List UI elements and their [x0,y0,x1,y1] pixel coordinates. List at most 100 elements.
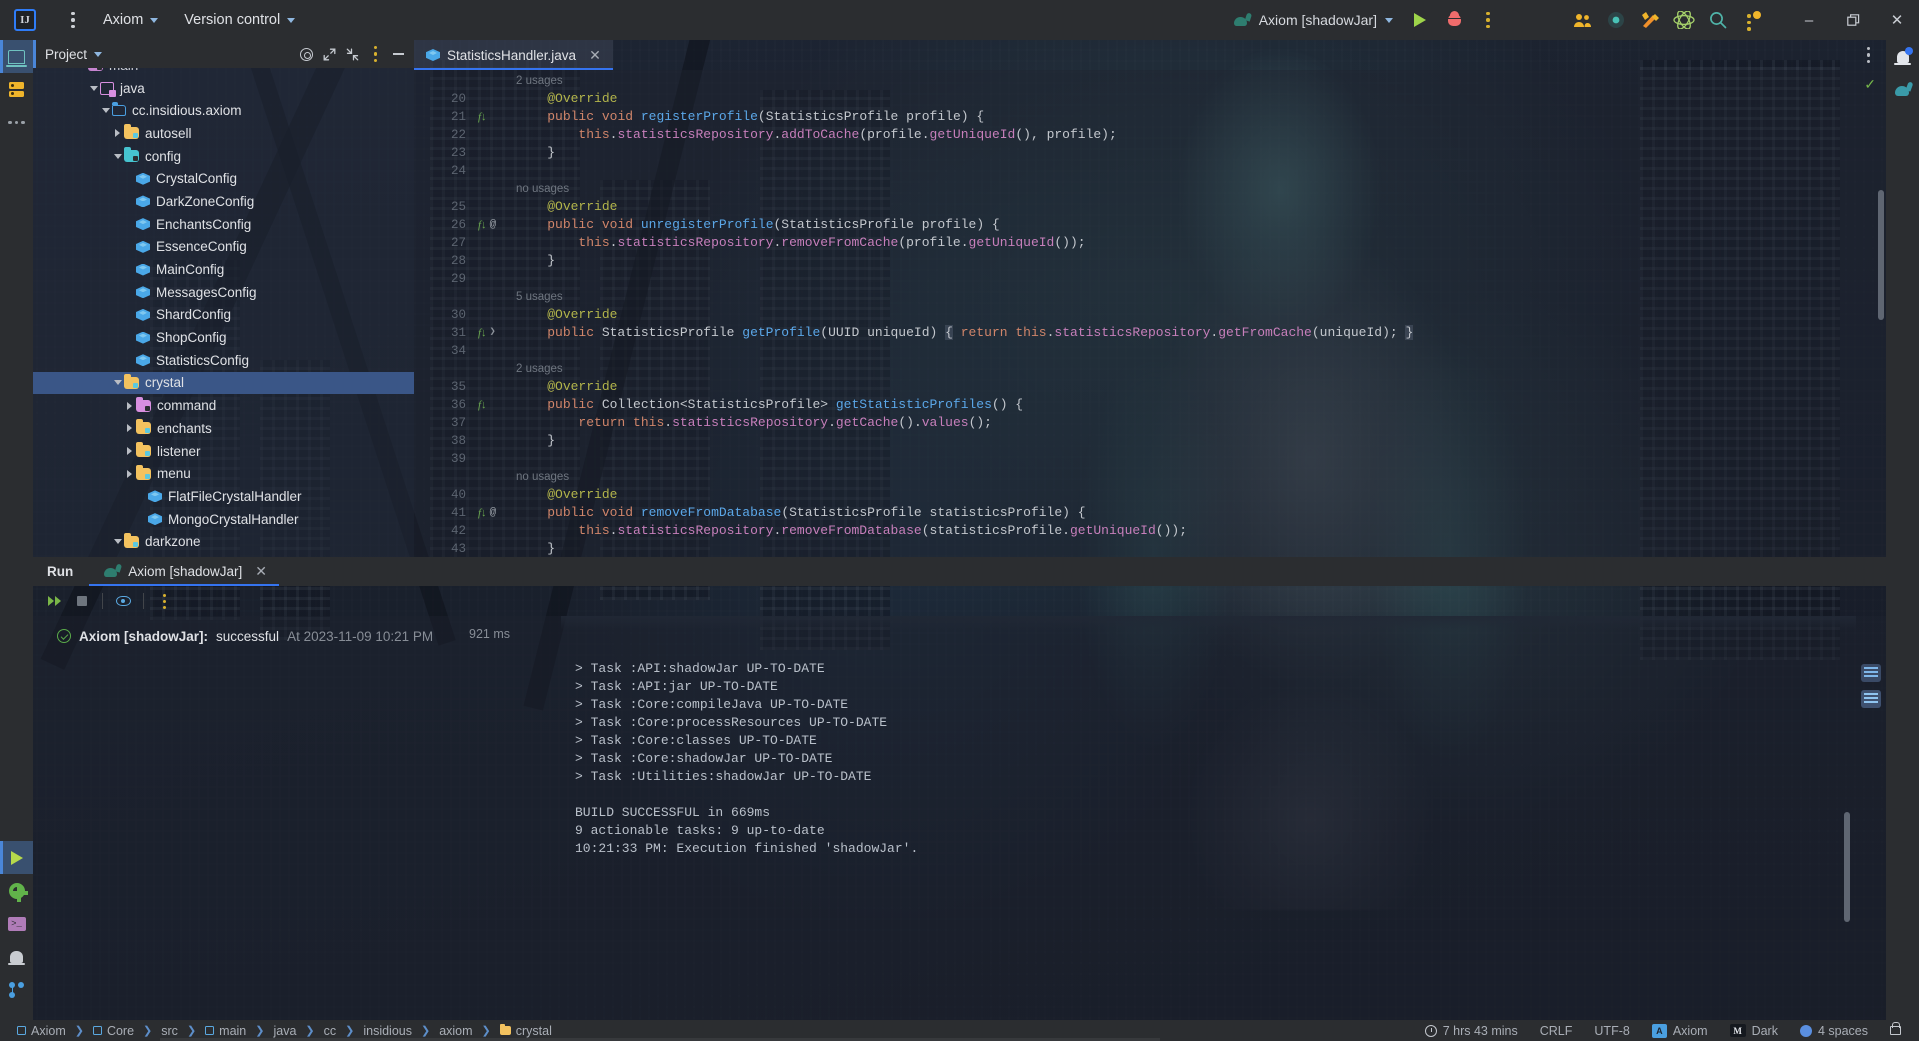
tree-item-menu[interactable]: menu [33,462,414,485]
code-line[interactable]: 27 this.statisticsRepository.removeFromC… [414,234,1886,252]
code-line[interactable]: 5 usages [414,288,1886,306]
code-line[interactable]: 43 } [414,540,1886,557]
tree-item-darkzoneconfig[interactable]: DarkZoneConfig [33,190,414,213]
hide-panel-button[interactable] [387,43,410,66]
implementing-method-icon[interactable]: f↓ [478,504,487,522]
notifications-button[interactable] [1886,40,1919,73]
tree-item-crystalconfig[interactable]: CrystalConfig [33,167,414,190]
breadcrumb-item-core[interactable]: Core [90,1023,137,1039]
breadcrumb[interactable]: Axiom ❯ Core ❯ src ❯ main ❯ java ❯ cc ❯ insidious ❯ ax… [14,1023,555,1039]
implementing-method-icon[interactable]: f↓ [478,396,487,414]
time-tracking-indicator[interactable]: 7 hrs 43 mins [1421,1023,1522,1039]
database-tool-window-button[interactable] [0,73,33,106]
build-console-output[interactable]: > Task :API:shadowJar UP-TO-DATE > Task :… [561,616,1856,1020]
project-tool-window-button[interactable] [0,40,33,73]
search-everywhere-button[interactable] [1701,5,1735,35]
code-with-me-button[interactable] [1565,5,1599,35]
breadcrumb-item-insidious[interactable]: insidious [360,1023,415,1039]
tree-item-autosell[interactable]: autosell [33,122,414,145]
code-line[interactable]: no usages [414,180,1886,198]
code-line[interactable]: 20 @Override [414,90,1886,108]
breadcrumb-item-java[interactable]: java [270,1023,299,1039]
tree-item-messagesconfig[interactable]: MessagesConfig [33,281,414,304]
panel-options-button[interactable] [364,43,387,66]
tree-item-shardconfig[interactable]: ShardConfig [33,304,414,327]
tree-item-listener[interactable]: listener [33,440,414,463]
code-line[interactable]: 36 f↓ public Collection<StatisticsProfile… [414,396,1886,414]
chevron-right-icon[interactable] [123,467,136,480]
usages-hint[interactable]: no usages [516,183,569,195]
usages-hint[interactable]: no usages [516,471,569,483]
tree-item-config[interactable]: config [33,145,414,168]
chevron-right-icon[interactable] [123,399,136,412]
tree-item-essenceconfig[interactable]: EssenceConfig [33,236,414,259]
tree-item-mainconfig[interactable]: MainConfig [33,258,414,281]
code-line[interactable]: 38 } [414,432,1886,450]
breadcrumb-item-axiom[interactable]: Axiom [14,1023,69,1039]
chevron-down-icon[interactable] [75,68,88,72]
inspection-status-icon[interactable]: ✓ [1864,76,1876,93]
editor-scrollbar[interactable] [1878,190,1884,320]
breadcrumb-item-src[interactable]: src [158,1023,181,1039]
more-tool-windows-button[interactable] [0,106,33,139]
fold-expand-icon[interactable]: ❯ [490,324,496,342]
code-line[interactable]: 2 usages [414,360,1886,378]
encoding-indicator[interactable]: UTF-8 [1590,1023,1633,1039]
console-filter-icon[interactable] [1861,690,1881,708]
gutter-marker[interactable]: f↓ @ [474,216,508,234]
code-line[interactable]: 37 return this.statisticsRepository.getC… [414,414,1886,432]
indent-indicator[interactable]: 4 spaces [1796,1023,1872,1039]
breadcrumb-item-axiom[interactable]: axiom [436,1023,475,1039]
usages-hint[interactable]: 2 usages [516,75,563,87]
editor-options-icon[interactable] [1859,43,1879,68]
implementing-method-icon[interactable]: f↓ [478,108,487,126]
console-scrollbar[interactable] [1844,812,1850,922]
tree-item-crystal[interactable]: crystal [33,371,414,395]
code-line[interactable]: 34 [414,342,1886,360]
readonly-toggle[interactable] [1886,1022,1905,1036]
gradle-tool-window-button[interactable] [1886,73,1919,106]
build-status-row[interactable]: Axiom [shadowJar]: successful At 2023-11… [33,624,528,648]
tree-item-cc-insidious-axiom[interactable]: cc.insidious.axiom [33,99,414,122]
run-tool-window-button[interactable] [0,841,33,874]
chevron-down-icon[interactable] [87,82,100,95]
tree-item-shopconfig[interactable]: ShopConfig [33,326,414,349]
code-line[interactable]: 40 @Override [414,486,1886,504]
expand-all-button[interactable] [318,43,341,66]
code-line[interactable]: no usages [414,468,1886,486]
code-line[interactable]: 22 this.statisticsRepository.addToCache(… [414,126,1886,144]
chevron-down-icon[interactable] [99,104,112,117]
line-separator-indicator[interactable]: CRLF [1536,1023,1577,1039]
rerun-button[interactable] [41,588,67,614]
close-icon[interactable]: ✕ [587,47,603,64]
project-menu-button[interactable]: Axiom [94,6,167,34]
main-menu-icon[interactable] [60,5,86,35]
gutter-marker[interactable]: f↓ [474,108,508,126]
services-tool-window-button[interactable] [0,874,33,907]
code-line[interactable]: 2 usages [414,72,1886,90]
chevron-right-icon[interactable] [123,445,136,458]
annotation-marker-icon[interactable]: @ [490,504,497,522]
usages-hint[interactable]: 2 usages [516,363,563,375]
gutter-marker[interactable]: f↓ ❯ [474,324,508,342]
tree-item-statisticsconfig[interactable]: StatisticsConfig [33,349,414,372]
tree-item-enchants[interactable]: enchants [33,417,414,440]
project-tree[interactable]: main java cc.insidious.axiom autosell config… [33,68,414,557]
code-line[interactable]: 41 f↓ @ public void removeFromDatabase(Sta… [414,504,1886,522]
maximize-button[interactable] [1831,0,1875,40]
editor-body[interactable]: 2 usages 20 @Override 21 f↓ public void reg… [414,70,1886,557]
collapse-all-button[interactable] [341,43,364,66]
tree-item-command[interactable]: command [33,394,414,417]
breadcrumb-item-main[interactable]: main [202,1023,249,1039]
debug-button[interactable] [1437,5,1471,35]
version-control-menu-button[interactable]: Version control [175,6,304,34]
chevron-right-icon[interactable] [111,127,124,140]
code-line[interactable]: 23 } [414,144,1886,162]
tree-item-darkzone[interactable]: darkzone [33,530,414,553]
problems-tool-window-button[interactable] [0,940,33,973]
breadcrumb-item-crystal[interactable]: crystal [497,1023,555,1039]
code-line[interactable]: 28 } [414,252,1886,270]
tools-button[interactable] [1633,5,1667,35]
notifications-menu-button[interactable] [1735,5,1769,35]
console-view-icon[interactable] [1861,664,1881,682]
